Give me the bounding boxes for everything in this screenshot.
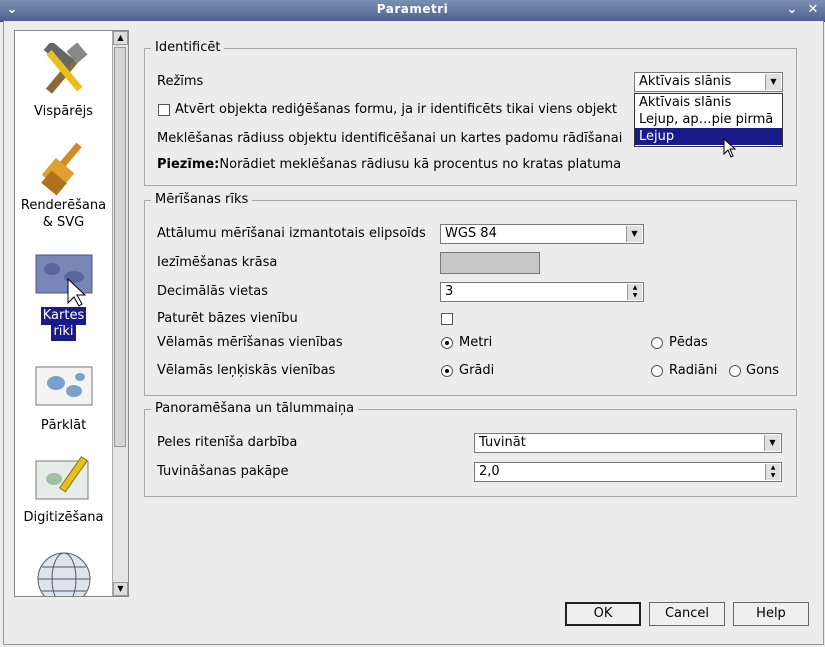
decimals-spinbox[interactable]: 3 ▲ ▼ [440, 282, 644, 302]
units-feet-radio[interactable] [651, 337, 663, 349]
sidebar-item-label: Renderēšana [20, 198, 107, 213]
decimals-value: 3 [445, 284, 454, 299]
search-radius-note: Piezīme:Norādiet meklēšanas rādiusu kā p… [157, 157, 621, 172]
chevron-down-icon[interactable]: ▼ [626, 226, 642, 242]
identify-mode-value: Aktīvais slānis [639, 74, 732, 89]
units-meters-radio[interactable] [441, 337, 453, 349]
scrollbar-thumb[interactable] [114, 47, 126, 447]
open-form-checkbox[interactable] [158, 104, 170, 116]
spin-down-icon[interactable]: ▼ [765, 472, 780, 480]
brush-icon [40, 142, 82, 196]
sidebar-scrollbar[interactable]: ▲ ▼ [112, 31, 128, 596]
window-title: Parametri [376, 2, 449, 16]
units-feet-label: Pēdas [669, 335, 708, 350]
sidebar-item-label: & SVG [42, 215, 85, 230]
scroll-down-icon[interactable]: ▼ [113, 582, 128, 596]
keep-base-unit-checkbox[interactable] [441, 313, 453, 325]
angle-units-label: Vēlamās leņķiskās vienības [157, 363, 336, 378]
help-button[interactable]: Help [733, 602, 809, 626]
dropdown-option-highlighted[interactable]: Lejup [635, 128, 782, 145]
angle-radians-label: Radiāni [669, 363, 718, 378]
angle-degrees-radio[interactable] [441, 365, 453, 377]
spin-up-icon[interactable]: ▲ [765, 464, 780, 472]
zoom-factor-value: 2,0 [479, 464, 500, 479]
zoom-factor-label: Tuvināšanas pakāpe [157, 464, 289, 479]
rubberband-color-label: Iezīmēšanas krāsa [157, 255, 278, 270]
identify-mode-label: Režīms [157, 74, 204, 89]
identify-mode-dropdown-list: Aktīvais slānis Lejup, ap…pie pirmā Leju… [634, 93, 783, 147]
title-bar: ⌄ Parametri ⌄ ✕ [0, 0, 825, 22]
zoom-factor-spinbox[interactable]: 2,0 ▲ ▼ [474, 462, 782, 482]
open-form-label: Atvērt objekta rediģēšanas formu, ja ir … [175, 102, 617, 117]
angle-gons-label: Gons [746, 363, 780, 378]
scroll-up-icon[interactable]: ▲ [113, 31, 128, 45]
chevron-down-icon[interactable]: ▼ [764, 435, 780, 451]
minimize-icon[interactable]: ⌄ [784, 2, 800, 18]
settings-sidebar: Vispārējs Renderēšana & SVG Kartes rīki [14, 30, 129, 597]
cancel-button[interactable]: Cancel [649, 602, 725, 626]
sidebar-item-label: Vispārējs [34, 104, 93, 119]
sidebar-item-label: Digitizēšana [23, 510, 104, 525]
sidebar-item-general[interactable]: Vispārējs [15, 43, 112, 121]
sidebar-item-projection[interactable] [15, 545, 112, 596]
tools-icon [43, 43, 88, 94]
pan-zoom-group-title: Panoramēšana un tālummaiņa [151, 401, 359, 416]
dropdown-option[interactable]: Aktīvais slānis [635, 94, 782, 111]
sidebar-item-label: rīki [51, 323, 76, 341]
ellipsoid-value: WGS 84 [445, 226, 497, 241]
globe-icon [37, 552, 90, 596]
pan-zoom-group: Panoramēšana un tālummaiņa [144, 401, 797, 497]
units-meters-label: Metri [459, 335, 493, 350]
measure-group-title: Mērīšanas rīks [151, 192, 253, 207]
angle-gons-radio[interactable] [729, 365, 741, 377]
close-icon[interactable]: ✕ [805, 2, 821, 18]
chevron-down-icon[interactable]: ▼ [765, 74, 781, 90]
ellipsoid-label: Attālumu mērīšanai izmantotais elipsoīds [157, 226, 426, 241]
note-text: Norādiet meklēšanas rādiusu kā procentus… [219, 157, 622, 172]
sidebar-item-map-tools[interactable]: Kartes rīki [15, 249, 112, 341]
ok-button[interactable]: OK [565, 602, 641, 626]
overlay-map-icon [35, 366, 92, 406]
spin-up-icon[interactable]: ▲ [627, 284, 642, 292]
sidebar-item-overlay[interactable]: Pārklāt [15, 361, 112, 435]
sidebar-list: Vispārējs Renderēšana & SVG Kartes rīki [15, 31, 112, 596]
map-pointer-icon [35, 254, 92, 307]
digitize-pencil-icon [35, 456, 88, 500]
mouse-wheel-select[interactable]: Tuvināt ▼ [474, 433, 782, 453]
sidebar-item-rendering[interactable]: Renderēšana & SVG [15, 139, 112, 232]
mouse-wheel-value: Tuvināt [479, 435, 526, 450]
sidebar-item-digitizing[interactable]: Digitizēšana [15, 453, 112, 527]
angle-radians-radio[interactable] [651, 365, 663, 377]
keep-base-unit-label: Paturēt bāzes vienību [157, 311, 298, 326]
mouse-wheel-label: Peles ritenīša darbība [157, 435, 298, 450]
identify-group-title: Identificēt [151, 40, 225, 55]
measure-units-label: Vēlamās mērīšanas vienības [157, 335, 343, 350]
note-bold: Piezīme: [157, 157, 220, 172]
spin-down-icon[interactable]: ▼ [627, 292, 642, 300]
ellipsoid-select[interactable]: WGS 84 ▼ [440, 224, 644, 244]
sidebar-item-label: Pārklāt [40, 418, 87, 433]
mouse-cursor-icon [723, 138, 737, 158]
identify-mode-select[interactable]: Aktīvais slānis ▼ [634, 72, 783, 92]
search-radius-label: Meklēšanas rādiuss objektu identificēšan… [157, 131, 623, 146]
decimals-label: Decimālās vietas [157, 284, 269, 299]
dropdown-option[interactable]: Lejup, ap…pie pirmā [635, 111, 782, 128]
rubberband-color-button[interactable] [440, 252, 540, 274]
angle-degrees-label: Grādi [459, 363, 495, 378]
